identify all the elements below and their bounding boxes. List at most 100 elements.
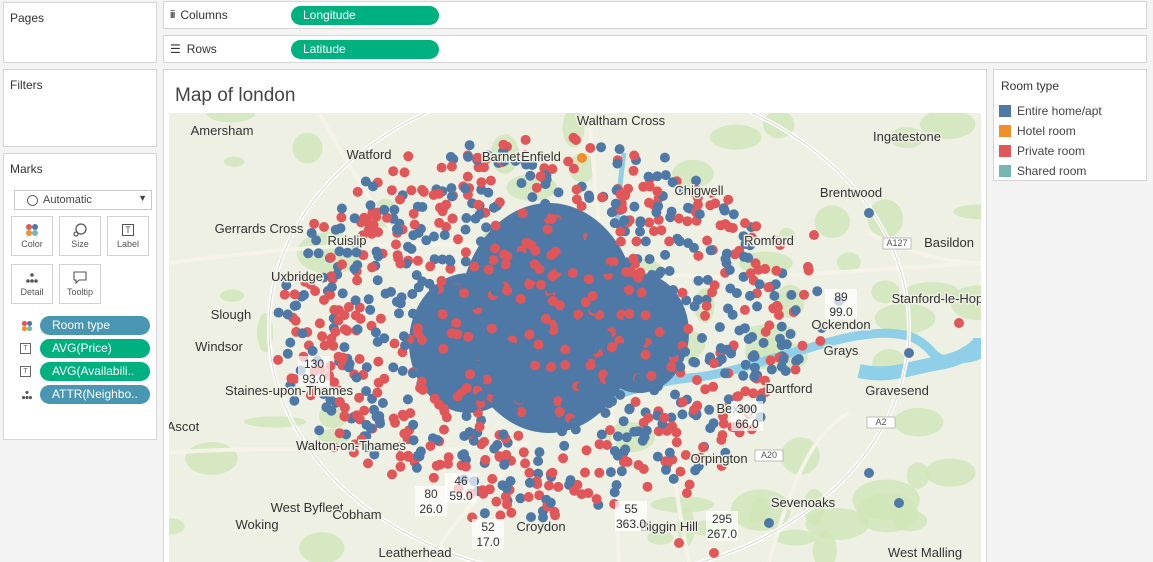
place-label: Chigwell xyxy=(674,183,723,198)
place-label: Grays xyxy=(824,343,859,358)
place-label: Sevenoaks xyxy=(771,495,836,510)
price-label: 300 xyxy=(737,402,757,416)
place-label: Waltham Cross xyxy=(577,113,666,128)
legend-swatch xyxy=(999,125,1011,137)
place-label: Brentwood xyxy=(820,185,882,200)
legend-item-entire-home[interactable]: Entire home/apt xyxy=(999,104,1102,118)
filters-shelf[interactable]: Filters xyxy=(3,69,157,147)
legend-item-shared-room[interactable]: Shared room xyxy=(999,164,1086,178)
road-label: A20 xyxy=(761,450,777,460)
place-label: Ockendon xyxy=(811,317,870,332)
tooltip-button[interactable]: Tooltip xyxy=(59,264,101,304)
rows-shelf[interactable]: ☰ Rows Latitude xyxy=(163,35,1147,63)
rows-label: Rows xyxy=(186,42,217,56)
availability-label: 93.0 xyxy=(302,372,326,386)
avg-availability-pill[interactable]: AVG(Availabili.. xyxy=(40,362,150,381)
availability-label: 59.0 xyxy=(449,489,473,503)
view-title: Map of london xyxy=(175,85,296,106)
mark-type-dropdown[interactable]: Automatic ▼ xyxy=(14,190,152,210)
place-label: West Malling xyxy=(888,545,962,560)
dropdown-arrow-icon: ▼ xyxy=(138,193,147,203)
marks-card: Marks Automatic ▼ Color Size T Label Det… xyxy=(3,153,157,440)
price-label: 46 xyxy=(454,474,468,488)
legend-label: Shared room xyxy=(1017,164,1087,178)
field-attr-neighbourhood[interactable]: ATTR(Neighbo.. xyxy=(20,385,150,404)
availability-label: 26.0 xyxy=(419,502,443,516)
size-button-label: Size xyxy=(71,239,89,249)
field-avg-price[interactable]: T AVG(Price) xyxy=(20,339,150,358)
price-label: 130 xyxy=(304,357,324,371)
legend-swatch xyxy=(999,105,1011,117)
place-label: Orpington xyxy=(690,451,747,466)
place-label: Windsor xyxy=(195,339,243,354)
place-label: Walton-on-Thames xyxy=(296,438,407,453)
place-label: Biggin Hill xyxy=(640,519,698,534)
size-button[interactable]: Size xyxy=(59,216,101,256)
label-button-label: Label xyxy=(116,239,140,249)
detail-button[interactable]: Detail xyxy=(11,264,53,304)
legend-swatch xyxy=(999,145,1011,157)
availability-label: 17.0 xyxy=(476,535,500,549)
columns-shelf[interactable]: iii Columns Longitude xyxy=(163,1,1147,29)
availability-label: 66.0 xyxy=(735,417,759,431)
field-room-type[interactable]: Room type xyxy=(20,316,150,335)
circle-icon xyxy=(27,195,38,206)
legend-title: Room type xyxy=(1001,79,1060,93)
place-label: Romford xyxy=(744,233,794,248)
label-button[interactable]: T Label xyxy=(107,216,149,256)
color-icon xyxy=(26,224,38,236)
size-icon xyxy=(73,223,87,237)
place-label: Ruislip xyxy=(327,233,366,248)
color-button[interactable]: Color xyxy=(11,216,53,256)
place-label: Croydon xyxy=(516,519,565,534)
place-label: Watford xyxy=(346,147,391,162)
place-label: Amersham xyxy=(191,123,254,138)
availability-label: 99.0 xyxy=(829,305,853,319)
tooltip-button-label: Tooltip xyxy=(66,287,93,297)
attr-neighbourhood-pill[interactable]: ATTR(Neighbo.. xyxy=(40,385,150,404)
place-label: Dartford xyxy=(766,381,813,396)
field-avg-availability[interactable]: T AVG(Availabili.. xyxy=(20,362,150,381)
pages-shelf[interactable]: Pages xyxy=(3,2,157,63)
pages-title: Pages xyxy=(10,11,45,25)
place-label: Uxbridge xyxy=(271,269,323,284)
legend-item-private-room[interactable]: Private room xyxy=(999,144,1085,158)
avg-price-pill[interactable]: AVG(Price) xyxy=(40,339,150,358)
label-icon: T xyxy=(20,366,31,377)
map[interactable]: Waltham Cross Amersham Watford Ingatestone C… xyxy=(169,113,981,562)
rows-icon: ☰ xyxy=(170,42,181,56)
road-label: A127 xyxy=(886,238,907,248)
place-label: Gravesend xyxy=(865,383,929,398)
road-label: A2 xyxy=(875,417,886,427)
place-label: Woking xyxy=(235,517,278,532)
legend-label: Entire home/apt xyxy=(1017,104,1102,118)
columns-label: Columns xyxy=(180,8,228,22)
longitude-pill[interactable]: Longitude xyxy=(291,6,439,25)
availability-label: 363.0 xyxy=(616,517,646,531)
color-button-label: Color xyxy=(21,239,43,249)
columns-icon: iii xyxy=(170,9,175,21)
filters-title: Filters xyxy=(10,78,43,92)
legend-item-hotel-room[interactable]: Hotel room xyxy=(999,124,1076,138)
mark-type-value: Automatic xyxy=(43,194,92,206)
price-label: 295 xyxy=(712,512,732,526)
label-icon: T xyxy=(20,343,31,354)
detail-button-label: Detail xyxy=(20,287,44,297)
legend-label: Private room xyxy=(1017,144,1086,158)
latitude-pill[interactable]: Latitude xyxy=(291,40,439,59)
tooltip-icon xyxy=(73,271,87,285)
detail-icon xyxy=(26,273,38,283)
place-label: Stanford-le-Hope xyxy=(892,291,982,306)
place-label: Slough xyxy=(211,307,251,322)
detail-icon xyxy=(22,390,32,399)
price-label: 52 xyxy=(481,520,495,534)
place-label: Staines-upon-Thames xyxy=(225,383,353,398)
place-label: Ascot xyxy=(169,419,200,434)
place-label: Barnet xyxy=(482,149,521,164)
label-icon: T xyxy=(122,224,134,236)
rows-shelf-header: ☰ Rows xyxy=(170,42,217,56)
price-label: 89 xyxy=(834,290,848,304)
room-type-pill[interactable]: Room type xyxy=(40,316,150,335)
columns-shelf-header: iii Columns xyxy=(170,8,228,22)
price-label: 80 xyxy=(424,487,438,501)
